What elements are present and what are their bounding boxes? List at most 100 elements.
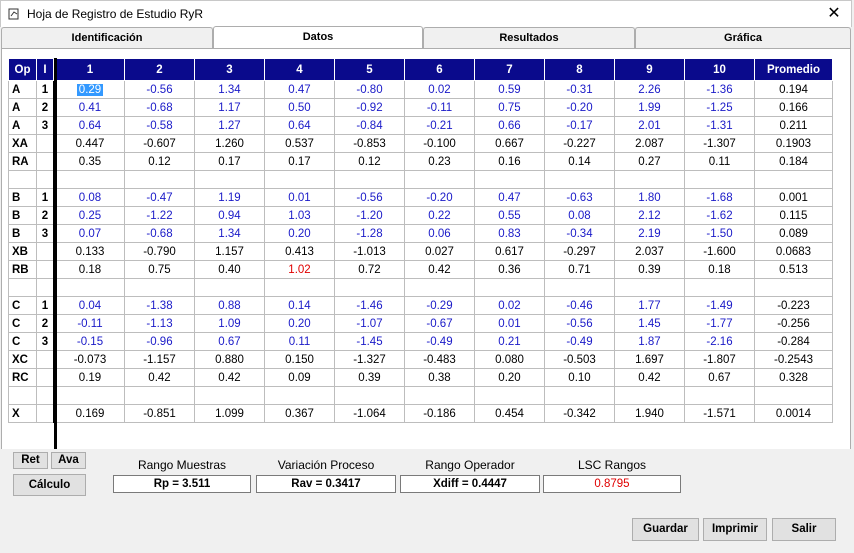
value-cell[interactable]: -1.25 — [684, 98, 755, 117]
value-cell[interactable]: 0.20 — [264, 224, 335, 243]
value-cell[interactable]: 0.02 — [474, 296, 545, 315]
value-cell[interactable]: 0.67 — [194, 332, 265, 351]
value-cell[interactable]: 0.50 — [264, 98, 335, 117]
value-cell[interactable]: -0.68 — [124, 224, 195, 243]
value-cell[interactable]: -1.46 — [334, 296, 405, 315]
value-cell[interactable]: -1.62 — [684, 206, 755, 225]
value-cell[interactable]: -1.49 — [684, 296, 755, 315]
value-cell[interactable]: -0.56 — [544, 314, 615, 333]
value-cell[interactable]: 0.22 — [404, 206, 475, 225]
value-cell[interactable]: 0.11 — [264, 332, 335, 351]
value-cell[interactable]: -0.11 — [404, 98, 475, 117]
value-cell[interactable]: -1.38 — [124, 296, 195, 315]
value-cell[interactable]: 0.66 — [474, 116, 545, 135]
value-cell[interactable]: 0.47 — [474, 188, 545, 207]
value-cell[interactable]: 0.01 — [264, 188, 335, 207]
tab-identificacion[interactable]: Identificación — [1, 27, 213, 48]
value-cell[interactable]: 1.19 — [194, 188, 265, 207]
column-header[interactable]: 7 — [474, 58, 545, 81]
value-cell[interactable]: -0.49 — [544, 332, 615, 351]
value-cell[interactable]: 0.29 — [54, 80, 125, 99]
value-cell[interactable]: 0.64 — [54, 116, 125, 135]
value-cell[interactable]: 0.41 — [54, 98, 125, 117]
value-cell[interactable]: 0.06 — [404, 224, 475, 243]
value-cell[interactable]: 0.08 — [544, 206, 615, 225]
value-cell[interactable]: -1.45 — [334, 332, 405, 351]
value-cell[interactable]: -0.47 — [124, 188, 195, 207]
value-cell[interactable]: -1.77 — [684, 314, 755, 333]
calculo-button[interactable]: Cálculo — [13, 474, 86, 496]
close-icon[interactable]: ✕ — [823, 3, 845, 25]
value-cell[interactable]: -1.68 — [684, 188, 755, 207]
value-cell[interactable]: -0.17 — [544, 116, 615, 135]
value-cell[interactable]: 0.01 — [474, 314, 545, 333]
value-cell[interactable]: 0.94 — [194, 206, 265, 225]
value-cell[interactable]: -1.50 — [684, 224, 755, 243]
value-cell[interactable]: -1.28 — [334, 224, 405, 243]
column-header[interactable]: I — [36, 58, 56, 81]
guardar-button[interactable]: Guardar — [632, 518, 699, 541]
value-cell[interactable]: 1.03 — [264, 206, 335, 225]
value-cell[interactable]: 2.12 — [614, 206, 685, 225]
column-header[interactable]: 6 — [404, 58, 475, 81]
value-cell[interactable]: 1.80 — [614, 188, 685, 207]
value-cell[interactable]: 0.07 — [54, 224, 125, 243]
value-cell[interactable]: -2.16 — [684, 332, 755, 351]
value-cell[interactable]: -1.07 — [334, 314, 405, 333]
column-header[interactable]: Op — [8, 58, 37, 81]
value-cell[interactable]: 0.83 — [474, 224, 545, 243]
value-cell[interactable]: -0.34 — [544, 224, 615, 243]
value-cell[interactable]: -0.20 — [544, 98, 615, 117]
value-cell[interactable]: 0.88 — [194, 296, 265, 315]
value-cell[interactable]: 1.34 — [194, 80, 265, 99]
value-cell[interactable]: 0.55 — [474, 206, 545, 225]
value-cell[interactable]: -0.29 — [404, 296, 475, 315]
value-cell[interactable]: -0.31 — [544, 80, 615, 99]
column-header[interactable]: 5 — [334, 58, 405, 81]
value-cell[interactable]: 1.09 — [194, 314, 265, 333]
value-cell[interactable]: -0.46 — [544, 296, 615, 315]
column-header[interactable]: 4 — [264, 58, 335, 81]
column-header[interactable]: 2 — [124, 58, 195, 81]
value-cell[interactable]: -0.84 — [334, 116, 405, 135]
value-cell[interactable]: 0.25 — [54, 206, 125, 225]
value-cell[interactable]: 0.04 — [54, 296, 125, 315]
value-cell[interactable]: -0.96 — [124, 332, 195, 351]
value-cell[interactable]: 0.64 — [264, 116, 335, 135]
value-cell[interactable]: 1.34 — [194, 224, 265, 243]
value-cell[interactable]: 1.99 — [614, 98, 685, 117]
tab-grafica[interactable]: Gráfica — [635, 27, 851, 48]
value-cell[interactable]: -0.92 — [334, 98, 405, 117]
column-header[interactable]: 10 — [684, 58, 755, 81]
value-cell[interactable]: 1.27 — [194, 116, 265, 135]
value-cell[interactable]: 0.20 — [264, 314, 335, 333]
ret-button[interactable]: Ret — [13, 452, 48, 469]
salir-button[interactable]: Salir — [772, 518, 836, 541]
value-cell[interactable]: -0.11 — [54, 314, 125, 333]
column-header[interactable]: Promedio — [754, 58, 833, 81]
value-cell[interactable]: -0.15 — [54, 332, 125, 351]
value-cell[interactable]: -0.63 — [544, 188, 615, 207]
selected-cell-value[interactable]: 0.29 — [76, 83, 104, 96]
value-cell[interactable]: 1.17 — [194, 98, 265, 117]
value-cell[interactable]: -0.56 — [334, 188, 405, 207]
imprimir-button[interactable]: Imprimir — [703, 518, 767, 541]
value-cell[interactable]: -0.56 — [124, 80, 195, 99]
value-cell[interactable]: -0.58 — [124, 116, 195, 135]
column-header[interactable]: 9 — [614, 58, 685, 81]
value-cell[interactable]: 0.47 — [264, 80, 335, 99]
tab-resultados[interactable]: Resultados — [423, 27, 635, 48]
value-cell[interactable]: -1.20 — [334, 206, 405, 225]
value-cell[interactable]: -0.49 — [404, 332, 475, 351]
value-cell[interactable]: 0.59 — [474, 80, 545, 99]
column-header[interactable]: 1 — [54, 58, 125, 81]
value-cell[interactable]: -0.80 — [334, 80, 405, 99]
value-cell[interactable]: 2.19 — [614, 224, 685, 243]
value-cell[interactable]: 1.87 — [614, 332, 685, 351]
value-cell[interactable]: 2.26 — [614, 80, 685, 99]
tab-datos[interactable]: Datos — [213, 26, 423, 49]
ava-button[interactable]: Ava — [51, 452, 86, 469]
column-header[interactable]: 3 — [194, 58, 265, 81]
value-cell[interactable]: -1.13 — [124, 314, 195, 333]
value-cell[interactable]: 0.02 — [404, 80, 475, 99]
